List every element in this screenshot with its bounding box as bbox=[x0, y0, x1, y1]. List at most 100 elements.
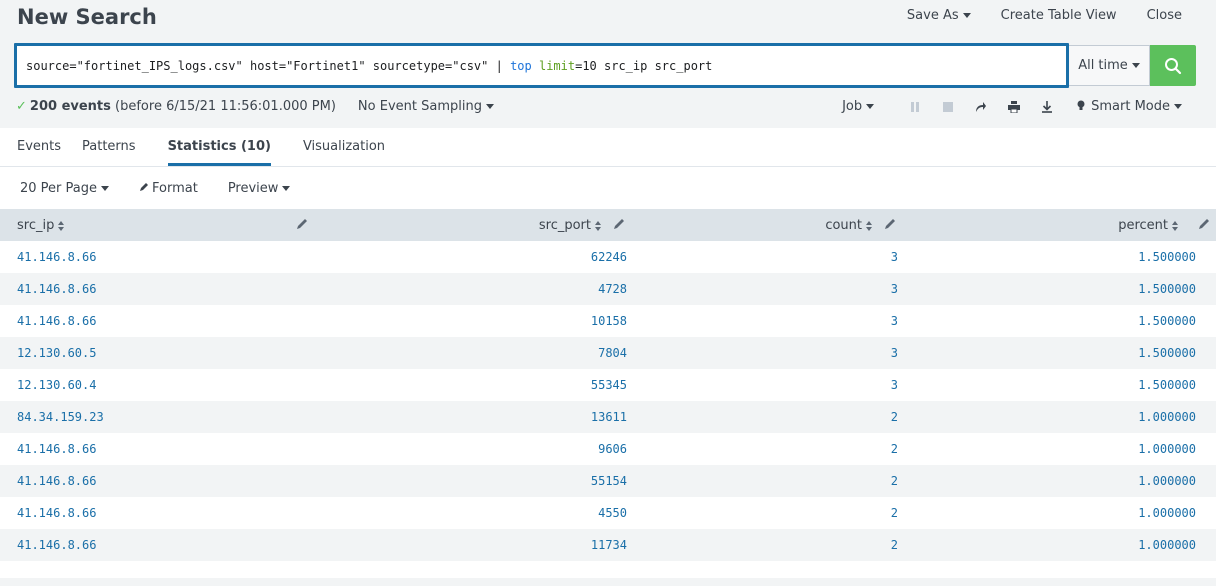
sort-icon bbox=[58, 220, 65, 231]
table-cell-src-port[interactable]: 11734 bbox=[320, 529, 627, 561]
event-sampling-menu[interactable]: No Event Sampling bbox=[358, 99, 494, 114]
table-cell-src-ip[interactable]: 41.146.8.66 bbox=[0, 529, 320, 561]
table-cell-src-ip[interactable]: 41.146.8.66 bbox=[0, 273, 320, 305]
sort-icon bbox=[595, 220, 602, 231]
table-cell-count[interactable]: 2 bbox=[627, 497, 898, 529]
table-body: 41.146.8.66 62246 3 1.500000 41.146.8.66 4728… bbox=[0, 241, 1216, 561]
query-space bbox=[532, 59, 539, 73]
table-cell-percent[interactable]: 1.000000 bbox=[898, 401, 1196, 433]
format-menu[interactable]: Format bbox=[139, 181, 198, 196]
pause-button[interactable] bbox=[898, 101, 931, 112]
table-row: 84.34.159.23 13611 2 1.000000 bbox=[0, 401, 1216, 433]
table-cell-src-port[interactable]: 10158 bbox=[320, 305, 627, 337]
table-row: 41.146.8.66 4550 2 1.000000 bbox=[0, 497, 1216, 529]
job-menu[interactable]: Job bbox=[842, 99, 875, 114]
stop-button[interactable] bbox=[931, 101, 964, 112]
tab-events[interactable]: Events bbox=[17, 128, 61, 166]
tab-statistics[interactable]: Statistics (10) bbox=[167, 128, 271, 166]
table-cell-src-port[interactable]: 4728 bbox=[320, 273, 627, 305]
table-cell-count[interactable]: 3 bbox=[627, 273, 898, 305]
page-title: New Search bbox=[17, 5, 157, 29]
table-cell-percent[interactable]: 1.000000 bbox=[898, 529, 1196, 561]
results-toolbar: 20 Per Page Format Preview bbox=[20, 181, 320, 196]
save-as-menu[interactable]: Save As bbox=[892, 8, 986, 24]
pencil-icon[interactable] bbox=[296, 218, 308, 230]
query-argument: limit bbox=[538, 58, 576, 73]
query-rest: =10 src_ip src_port bbox=[575, 58, 713, 73]
pencil-icon[interactable] bbox=[884, 218, 896, 230]
column-label-text: src_ip bbox=[17, 218, 55, 233]
table-row: 12.130.60.5 7804 3 1.500000 bbox=[0, 337, 1216, 369]
table-cell-src-ip[interactable]: 41.146.8.66 bbox=[0, 433, 320, 465]
column-header-src-port[interactable]: src_port bbox=[320, 209, 627, 241]
share-button[interactable] bbox=[964, 101, 997, 113]
search-input[interactable]: source="fortinet_IPS_logs.csv" host="For… bbox=[14, 43, 1069, 88]
column-header-count[interactable]: count bbox=[627, 209, 898, 241]
statistics-table: src_ip src_port count percent 41.146.8.6… bbox=[0, 209, 1216, 561]
top-actions: Save As Create Table View Close bbox=[892, 8, 1182, 24]
table-cell-count[interactable]: 2 bbox=[627, 529, 898, 561]
column-header-percent[interactable]: percent bbox=[898, 209, 1209, 241]
pencil-icon[interactable] bbox=[613, 218, 625, 230]
table-cell-src-ip[interactable]: 41.146.8.66 bbox=[0, 305, 320, 337]
caret-down-icon bbox=[1174, 104, 1182, 109]
query-text: source="fortinet_IPS_logs.csv" host="For… bbox=[26, 58, 511, 73]
table-row: 41.146.8.66 11734 2 1.000000 bbox=[0, 529, 1216, 561]
pencil-icon[interactable] bbox=[1198, 218, 1210, 230]
table-row: 41.146.8.66 9606 2 1.000000 bbox=[0, 433, 1216, 465]
per-page-menu[interactable]: 20 Per Page bbox=[20, 181, 109, 196]
table-cell-count[interactable]: 2 bbox=[627, 401, 898, 433]
table-cell-src-ip[interactable]: 41.146.8.66 bbox=[0, 241, 320, 273]
table-cell-count[interactable]: 3 bbox=[627, 337, 898, 369]
tab-visualization[interactable]: Visualization bbox=[303, 128, 385, 166]
caret-down-icon bbox=[485, 104, 494, 109]
search-bar: source="fortinet_IPS_logs.csv" host="For… bbox=[14, 43, 1197, 88]
table-row: 12.130.60.4 55345 3 1.500000 bbox=[0, 369, 1216, 401]
column-header-src-ip[interactable]: src_ip bbox=[0, 209, 320, 241]
query-command: top bbox=[510, 58, 532, 73]
table-cell-src-port[interactable]: 13611 bbox=[320, 401, 627, 433]
column-label: count bbox=[825, 218, 873, 233]
results-panel: Events Patterns Statistics (10) Visualiz… bbox=[0, 128, 1216, 578]
event-time-range: (before 6/15/21 11:56:01.000 PM) bbox=[115, 99, 336, 114]
search-icon bbox=[1165, 57, 1182, 74]
table-cell-src-port[interactable]: 55154 bbox=[320, 465, 627, 497]
table-cell-percent[interactable]: 1.500000 bbox=[898, 369, 1196, 401]
job-label: Job bbox=[842, 99, 863, 114]
time-range-picker[interactable]: All time bbox=[1069, 45, 1150, 86]
create-table-view-button[interactable]: Create Table View bbox=[986, 8, 1132, 24]
table-cell-src-port[interactable]: 55345 bbox=[320, 369, 627, 401]
table-cell-src-ip[interactable]: 12.130.60.5 bbox=[0, 337, 320, 369]
table-cell-percent[interactable]: 1.000000 bbox=[898, 497, 1196, 529]
table-cell-percent[interactable]: 1.000000 bbox=[898, 465, 1196, 497]
print-button[interactable] bbox=[997, 100, 1030, 113]
table-cell-count[interactable]: 2 bbox=[627, 433, 898, 465]
table-cell-percent[interactable]: 1.500000 bbox=[898, 241, 1196, 273]
table-cell-count[interactable]: 3 bbox=[627, 241, 898, 273]
search-mode-menu[interactable]: Smart Mode bbox=[1077, 99, 1182, 114]
table-cell-src-port[interactable]: 9606 bbox=[320, 433, 627, 465]
table-cell-percent[interactable]: 1.500000 bbox=[898, 305, 1196, 337]
event-count: 200 events bbox=[29, 99, 111, 114]
close-button[interactable]: Close bbox=[1132, 8, 1182, 24]
search-status: ✓ 200 events (before 6/15/21 11:56:01.00… bbox=[16, 99, 494, 114]
table-cell-percent[interactable]: 1.000000 bbox=[898, 433, 1196, 465]
results-tabs: Events Patterns Statistics (10) Visualiz… bbox=[0, 128, 1216, 167]
preview-menu[interactable]: Preview bbox=[228, 181, 291, 196]
export-button[interactable] bbox=[1030, 100, 1063, 113]
table-cell-src-ip[interactable]: 41.146.8.66 bbox=[0, 465, 320, 497]
tab-patterns[interactable]: Patterns bbox=[82, 128, 136, 166]
table-cell-src-ip[interactable]: 12.130.60.4 bbox=[0, 369, 320, 401]
table-cell-percent[interactable]: 1.500000 bbox=[898, 337, 1196, 369]
table-cell-src-ip[interactable]: 84.34.159.23 bbox=[0, 401, 320, 433]
table-cell-count[interactable]: 3 bbox=[627, 305, 898, 337]
caret-down-icon bbox=[962, 13, 971, 18]
table-cell-count[interactable]: 2 bbox=[627, 465, 898, 497]
table-cell-count[interactable]: 3 bbox=[627, 369, 898, 401]
table-cell-src-port[interactable]: 4550 bbox=[320, 497, 627, 529]
table-cell-src-port[interactable]: 7804 bbox=[320, 337, 627, 369]
table-cell-src-port[interactable]: 62246 bbox=[320, 241, 627, 273]
search-button[interactable] bbox=[1150, 45, 1196, 86]
table-cell-src-ip[interactable]: 41.146.8.66 bbox=[0, 497, 320, 529]
table-cell-percent[interactable]: 1.500000 bbox=[898, 273, 1196, 305]
